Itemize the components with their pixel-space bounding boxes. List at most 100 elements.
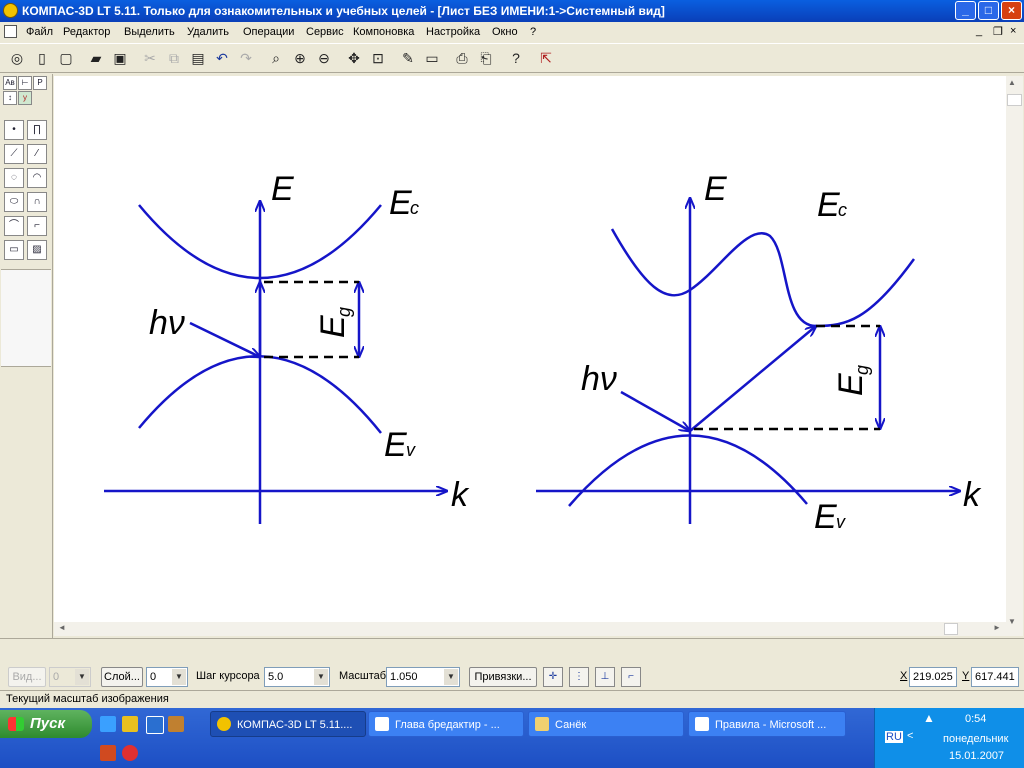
start-button[interactable]: Пуск [0,710,92,738]
tray-expand-icon[interactable]: < [907,730,913,742]
new-sheet-icon[interactable]: ▯ [31,47,53,69]
network-icon[interactable]: ▲ [923,711,935,725]
snap-settings-icon[interactable]: ✛ [543,667,563,687]
copy-icon[interactable]: ⧉ [163,47,185,69]
task-kompas[interactable]: КОМПАС-3D LT 5.11.... [210,711,366,737]
clock-time[interactable]: 0:54 [965,713,986,725]
arc-icon[interactable]: ◠ [27,168,47,188]
new-document-icon[interactable]: ▢ [55,47,77,69]
cut-icon[interactable]: ✂ [139,47,161,69]
mdi-close-button[interactable]: × [1010,25,1016,37]
horizontal-scroll-thumb[interactable] [944,623,958,635]
left-e-label: E [271,170,294,208]
vertical-scrollbar[interactable]: ▲ ▼ [1006,76,1023,636]
chevron-down-icon: ▼ [172,669,186,685]
pan-icon[interactable]: ✥ [343,47,365,69]
cursor-step-select[interactable]: 5.0 ▼ [264,667,330,687]
print-preview-icon[interactable]: ⎙ [451,47,473,69]
menu-help[interactable]: ? [530,26,536,38]
fillet-icon[interactable]: ⌒ [4,216,24,236]
y-coord-field[interactable]: 617.441 [971,667,1019,687]
bezier-icon[interactable]: ∩ [27,192,47,212]
quicklaunch-media-icon[interactable] [100,745,116,761]
help-pointer-icon[interactable]: ? [505,47,527,69]
horizontal-scrollbar[interactable]: ◄ ► [54,622,1006,636]
chamfer-icon[interactable]: ⌐ [27,216,47,236]
exit-icon[interactable]: ⇱ [535,47,557,69]
task-folder-sanek[interactable]: Санёк [528,711,684,737]
layers-icon[interactable]: ▭ [421,47,443,69]
menu-window[interactable]: Окно [492,26,518,38]
zoom-out-icon[interactable]: ⊖ [313,47,335,69]
tab-geometry[interactable]: y [18,91,32,105]
drawing-canvas[interactable]: E E c hν E v k E g E E c hν E v k E g [54,76,1006,622]
tab-edit[interactable]: ↕ [3,91,17,105]
print-icon[interactable]: ⎗ [475,47,497,69]
menu-layout[interactable]: Компоновка [353,26,414,38]
view-select[interactable]: 0 ▼ [49,667,91,687]
zoom-window-icon[interactable]: ⌕ [265,47,287,69]
grid-icon[interactable]: ⋮ [569,667,589,687]
right-hv-label: hν [581,360,617,398]
tab-dimensions[interactable]: ⊢ [18,76,32,90]
scroll-left-icon[interactable]: ◄ [58,623,66,632]
menu-service[interactable]: Сервис [306,26,344,38]
tab-parameters[interactable]: P [33,76,47,90]
document-icon[interactable] [4,25,17,38]
task-word-chapter[interactable]: Глава бредактир - ... [368,711,524,737]
new-part-icon[interactable]: ◎ [6,47,28,69]
minimize-button[interactable]: _ [955,1,976,20]
ellipse-icon[interactable]: ⬭ [4,192,24,212]
mdi-restore-button[interactable]: ❐ [993,25,1003,38]
scroll-right-icon[interactable]: ► [993,623,1001,632]
vertical-scroll-thumb[interactable] [1007,94,1022,106]
line-icon[interactable]: ⟋ [4,144,24,164]
scroll-down-icon[interactable]: ▼ [1008,617,1016,626]
point-icon[interactable]: • [4,120,24,140]
menu-delete[interactable]: Удалить [187,26,229,38]
clock-day: понедельник [943,733,1009,745]
kompas-app-icon[interactable] [3,3,18,18]
rectangle-icon[interactable]: ▭ [4,240,24,260]
multi-point-icon[interactable]: ∏ [27,120,47,140]
task-word-rules[interactable]: Правила - Microsoft ... [688,711,846,737]
tab-text[interactable]: Aв [3,76,17,90]
close-button[interactable]: × [1001,1,1022,20]
show-all-icon[interactable]: ⊡ [367,47,389,69]
scale-select[interactable]: 1.050 ▼ [386,667,460,687]
layer-select[interactable]: 0 ▼ [146,667,188,687]
open-folder-icon[interactable]: ▰ [85,47,107,69]
menu-editor[interactable]: Редактор [63,26,110,38]
x-coord-field[interactable]: 219.025 [909,667,957,687]
mdi-minimize-button[interactable]: _ [976,25,982,37]
round-icon[interactable]: ⌐ [621,667,641,687]
quicklaunch-app-icon[interactable] [168,716,184,732]
menu-settings[interactable]: Настройка [426,26,480,38]
snaps-button[interactable]: Привязки... [469,667,537,687]
menu-file[interactable]: Файл [26,26,53,38]
save-icon[interactable]: ▣ [109,47,131,69]
orthogonal-icon[interactable]: ⊥ [595,667,615,687]
parameter-bar: Вид... 0 ▼ Слой... 0 ▼ Шаг курсора 5.0 ▼ Ма… [0,662,1024,690]
quicklaunch-desktop-icon[interactable] [146,716,164,734]
right-e-label: E [704,170,727,208]
hatch-icon[interactable]: ▨ [27,240,47,260]
segment-icon[interactable]: ⁄ [27,144,47,164]
redo-icon[interactable]: ↷ [235,47,257,69]
circle-icon[interactable]: ◌ [4,168,24,188]
redraw-icon[interactable]: ✎ [397,47,419,69]
chevron-down-icon: ▼ [314,669,328,685]
quicklaunch-save-icon[interactable] [100,716,116,732]
layer-button[interactable]: Слой... [101,667,143,687]
paste-icon[interactable]: ▤ [187,47,209,69]
undo-icon[interactable]: ↶ [211,47,233,69]
quicklaunch-tools-icon[interactable] [122,716,138,732]
menu-operations[interactable]: Операции [243,26,294,38]
scroll-up-icon[interactable]: ▲ [1008,78,1016,87]
view-button[interactable]: Вид... [8,667,46,687]
maximize-button[interactable]: □ [978,1,999,20]
menu-select[interactable]: Выделить [124,26,175,38]
zoom-in-icon[interactable]: ⊕ [289,47,311,69]
language-indicator[interactable]: RU [885,731,903,743]
quicklaunch-opera-icon[interactable] [122,745,138,761]
